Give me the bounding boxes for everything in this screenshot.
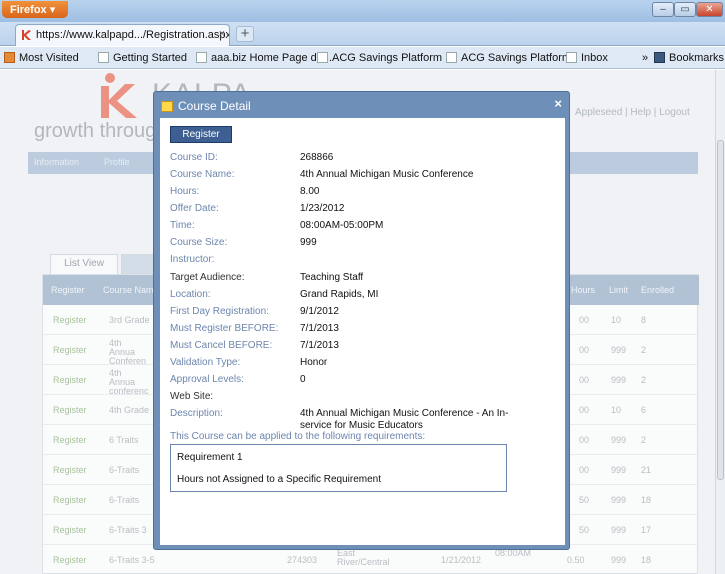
detail-value: 7/1/2013 xyxy=(300,323,339,334)
detail-label: Description: xyxy=(170,408,223,419)
detail-row: Course Name: 4th Annual Michigan Music Co… xyxy=(170,169,565,185)
detail-label: Approval Levels: xyxy=(170,374,244,385)
detail-label: Offer Date: xyxy=(170,203,219,214)
close-window-button[interactable]: ✕ xyxy=(696,2,723,17)
detail-value: Teaching Staff xyxy=(300,272,364,283)
detail-row: Description: 4th Annual Michigan Music Co… xyxy=(170,408,565,431)
page-icon xyxy=(317,52,328,63)
tab-title: https://www.kalpapd.../Registration.aspx… xyxy=(36,29,230,41)
detail-value: 1/23/2012 xyxy=(300,203,345,214)
detail-row: Hours: 8.00 xyxy=(170,186,565,202)
detail-value: 0 xyxy=(300,374,306,385)
page-icon xyxy=(446,52,457,63)
vertical-scrollbar[interactable] xyxy=(715,70,725,574)
bookmarks-menu[interactable]: Bookmarks xyxy=(654,52,724,64)
new-tab-button[interactable]: + xyxy=(236,26,254,42)
page-icon xyxy=(98,52,109,63)
bookmarks-icon xyxy=(654,52,665,63)
detail-row: Web Site: xyxy=(170,391,565,407)
detail-row: Time: 08:00AM-05:00PM xyxy=(170,220,565,236)
detail-value: 9/1/2012 xyxy=(300,306,339,317)
detail-row: Approval Levels: 0 xyxy=(170,374,565,390)
detail-label: Hours: xyxy=(170,186,200,197)
dialog-close-icon[interactable]: × xyxy=(554,96,562,111)
tab-close-icon[interactable]: × xyxy=(219,28,225,40)
detail-label: Course Size: xyxy=(170,237,228,248)
minimize-button[interactable]: – xyxy=(652,2,674,17)
tab-strip: https://www.kalpapd.../Registration.aspx… xyxy=(0,22,725,46)
detail-row: Instructor: xyxy=(170,254,565,270)
requirements-heading: This Course can be applied to the follow… xyxy=(170,431,426,442)
detail-value: 8.00 xyxy=(300,186,320,197)
dialog-title-bar[interactable]: Course Detail × xyxy=(160,94,565,116)
detail-value: 268866 xyxy=(300,152,334,163)
register-button[interactable]: Register xyxy=(170,126,232,143)
detail-row: Location: Grand Rapids, MI xyxy=(170,289,565,305)
dialog-title: Course Detail xyxy=(178,99,251,113)
page-icon xyxy=(566,52,577,63)
detail-value: 4th Annual Michigan Music Conference - A… xyxy=(300,408,509,431)
detail-value: 7/1/2013 xyxy=(300,340,339,351)
detail-row: Validation Type: Honor xyxy=(170,357,565,373)
detail-label: Course ID: xyxy=(170,152,218,163)
page-icon xyxy=(196,52,207,63)
detail-label: Instructor: xyxy=(170,254,215,265)
detail-row: Must Register BEFORE: 7/1/2013 xyxy=(170,323,565,339)
detail-value: 999 xyxy=(300,237,317,248)
detail-value: 08:00AM-05:00PM xyxy=(300,220,384,231)
bookmark-inbox[interactable]: Inbox xyxy=(566,52,608,64)
detail-label: Must Cancel BEFORE: xyxy=(170,340,273,351)
detail-label: First Day Registration: xyxy=(170,306,269,317)
detail-value: Honor xyxy=(300,357,328,368)
detail-row: Offer Date: 1/23/2012 xyxy=(170,203,565,219)
browser-tab[interactable]: https://www.kalpapd.../Registration.aspx… xyxy=(15,24,230,46)
detail-row: First Day Registration: 9/1/2012 xyxy=(170,306,565,322)
bookmark-acg-2[interactable]: ACG Savings Platform xyxy=(446,52,571,64)
firefox-menu-button[interactable]: Firefox ▾ xyxy=(2,1,68,18)
detail-label: Target Audience: xyxy=(170,272,245,283)
folder-icon xyxy=(161,101,173,112)
detail-label: Validation Type: xyxy=(170,357,241,368)
detail-value: 4th Annual Michigan Music Conference xyxy=(300,169,474,180)
bookmark-aaa-biz[interactable]: aaa.biz Home Page de... xyxy=(196,52,332,64)
detail-label: Must Register BEFORE: xyxy=(170,323,279,334)
detail-value: Grand Rapids, MI xyxy=(300,289,379,300)
browser-title-bar: Firefox ▾ – ▭ ✕ xyxy=(0,0,725,22)
bookmarks-toolbar: Most Visited Getting Started aaa.biz Hom… xyxy=(0,47,725,69)
bookmark-acg-1[interactable]: ACG Savings Platform ... xyxy=(317,52,454,64)
course-detail-dialog: Course Detail × Register Course ID: 26886… xyxy=(153,91,570,550)
detail-row: Course Size: 999 xyxy=(170,237,565,253)
bookmark-most-visited[interactable]: Most Visited xyxy=(4,52,79,64)
requirement-item: Requirement 1 xyxy=(177,452,243,463)
detail-label: Course Name: xyxy=(170,169,235,180)
detail-label: Web Site: xyxy=(170,391,214,402)
bookmarks-overflow-chevron-icon[interactable]: » xyxy=(642,52,648,64)
detail-row: Course ID: 268866 xyxy=(170,152,565,168)
detail-row: Must Cancel BEFORE: 7/1/2013 xyxy=(170,340,565,356)
scrollbar-thumb[interactable] xyxy=(717,140,724,480)
kalpa-favicon-icon xyxy=(22,30,31,40)
detail-label: Location: xyxy=(170,289,211,300)
dialog-body: Register Course ID: 268866 Course Name: 4th… xyxy=(160,118,565,545)
bookmark-getting-started[interactable]: Getting Started xyxy=(98,52,187,64)
maximize-button[interactable]: ▭ xyxy=(674,2,696,17)
firefox-bookmark-icon xyxy=(4,52,15,63)
detail-row: Target Audience: Teaching Staff xyxy=(170,272,565,288)
detail-label: Time: xyxy=(170,220,195,231)
requirements-box: Requirement 1 Hours not Assigned to a Sp… xyxy=(170,444,507,492)
requirement-item: Hours not Assigned to a Specific Require… xyxy=(177,474,381,485)
